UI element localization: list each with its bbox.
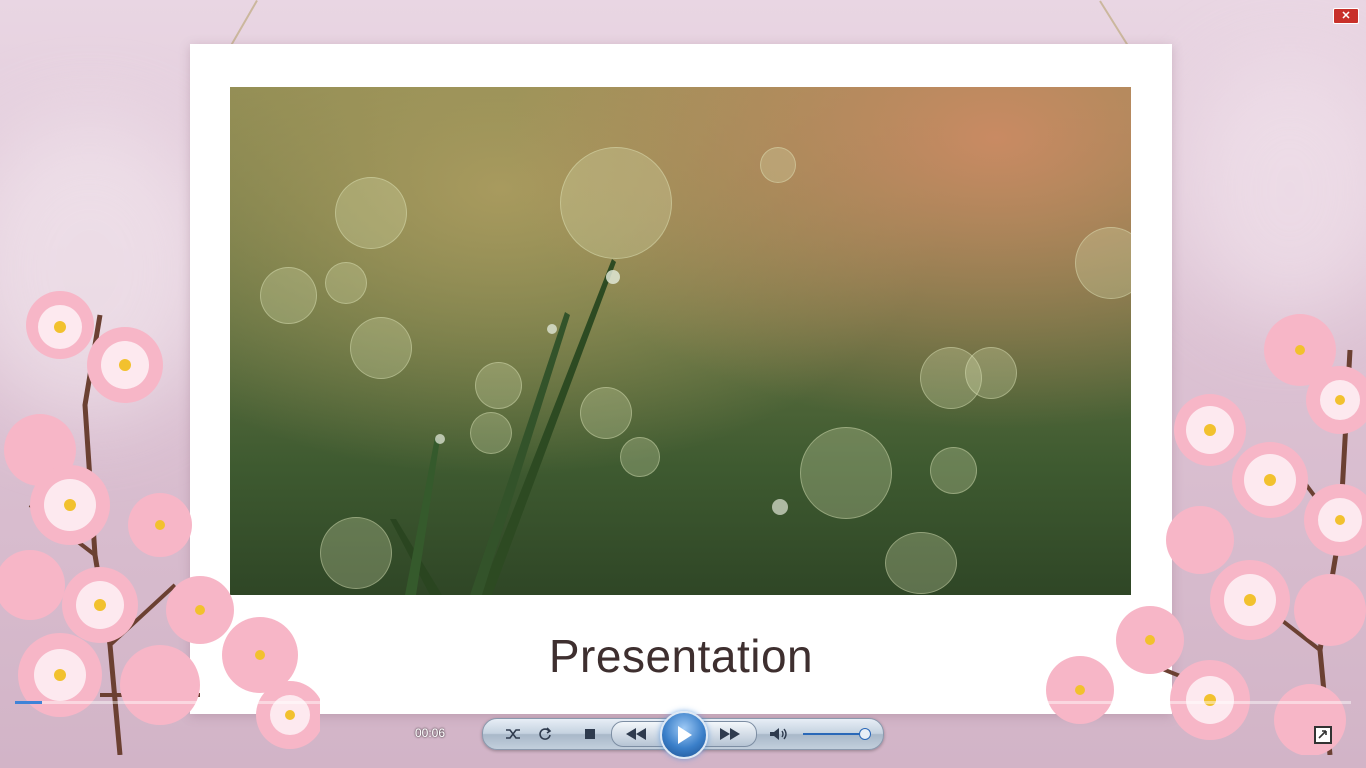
volume-slider[interactable] (803, 733, 867, 735)
fullscreen-button[interactable] (1314, 726, 1332, 744)
volume-icon (770, 728, 787, 740)
play-icon (678, 726, 692, 744)
previous-button[interactable] (618, 724, 654, 744)
seek-progress (15, 701, 42, 704)
cherry-blossoms-left (0, 255, 320, 755)
close-button[interactable]: ✕ (1333, 8, 1359, 24)
photo-card: Presentation (190, 44, 1172, 714)
shuffle-button[interactable] (503, 724, 523, 744)
grass-blade (480, 259, 616, 595)
mute-button[interactable] (768, 724, 790, 744)
grass-blades (390, 259, 788, 595)
dew-drop (547, 324, 557, 334)
slide-photo (230, 87, 1131, 595)
previous-icon (626, 728, 646, 740)
repeat-icon (539, 727, 552, 740)
grass-blade (470, 312, 570, 595)
next-button[interactable] (712, 724, 748, 744)
play-button[interactable] (660, 711, 708, 759)
cherry-blossoms-right (1040, 280, 1366, 755)
next-icon (720, 728, 740, 740)
stop-button[interactable] (580, 724, 600, 744)
volume-slider-thumb[interactable] (858, 728, 871, 740)
stop-icon (585, 729, 595, 739)
shuffle-icon (506, 729, 520, 739)
repeat-button[interactable] (535, 724, 555, 744)
fullscreen-icon (1318, 730, 1327, 739)
elapsed-time: 00:06 (415, 726, 446, 740)
dew-drop (435, 434, 445, 444)
slide-caption: Presentation (548, 630, 814, 682)
dew-drop (606, 270, 620, 284)
dew-drop (772, 499, 788, 515)
seek-bar[interactable] (15, 701, 1351, 704)
